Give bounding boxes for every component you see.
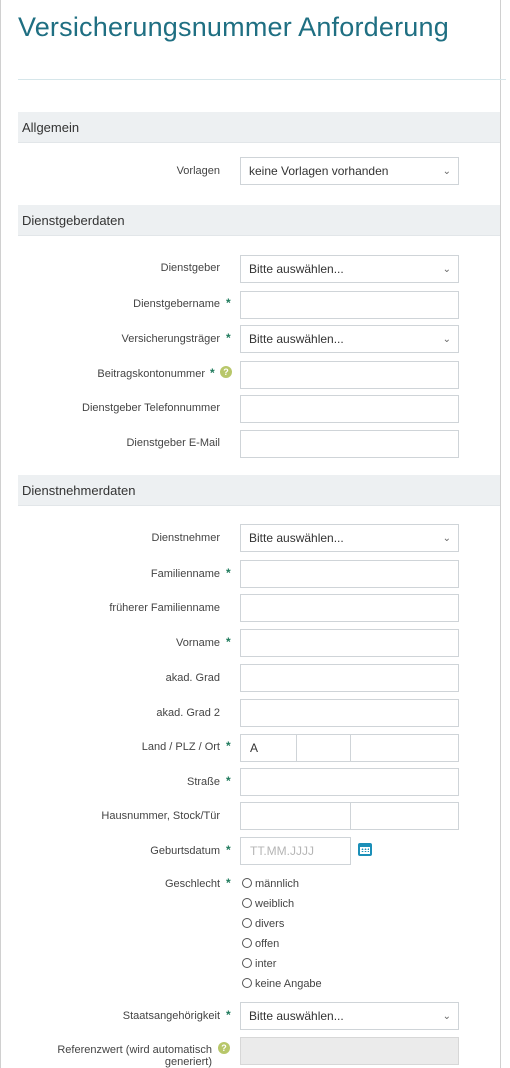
calendar-icon[interactable] (358, 843, 372, 856)
section-title: Allgemein (22, 120, 80, 135)
frueherer-familienname-label: früherer Familienname (109, 602, 220, 614)
chevron-down-icon: ⌄ (442, 334, 451, 345)
frueherer-familienname-input[interactable] (240, 594, 459, 622)
familienname-label: Familienname (150, 568, 220, 580)
hausnummer-input[interactable] (240, 802, 351, 830)
section-dienstnehmerdaten: Dienstnehmerdaten (18, 475, 500, 506)
dienstgebername-label: Dienstgebername (133, 298, 220, 310)
email-label: Dienstgeber E-Mail (126, 437, 220, 449)
dienstgeber-label: Dienstgeber (160, 262, 220, 274)
geschlecht-option-maennlich[interactable]: männlich (242, 878, 299, 890)
vorlagen-label: Vorlagen (176, 165, 220, 177)
akad-grad-2-label: akad. Grad 2 (156, 707, 220, 719)
dienstnehmer-label: Dienstnehmer (151, 532, 220, 544)
vorname-label: Vorname (175, 637, 220, 649)
dienstgebername-input[interactable] (240, 291, 459, 319)
akad-grad-2-input[interactable] (240, 699, 459, 727)
dienstnehmer-value: Bitte auswählen... (249, 531, 344, 545)
radio-icon (242, 878, 252, 888)
geschlecht-label: Geschlecht (164, 878, 220, 890)
strasse-input[interactable] (240, 768, 459, 796)
required-marker: * (226, 331, 231, 345)
land-input[interactable]: A (240, 734, 297, 762)
geburtsdatum-label: Geburtsdatum (150, 845, 220, 857)
geschlecht-option-divers[interactable]: divers (242, 918, 284, 930)
vorname-input[interactable] (240, 629, 459, 657)
dienstgeber-value: Bitte auswählen... (249, 262, 344, 276)
required-marker: * (210, 366, 215, 380)
required-marker: * (226, 1008, 231, 1022)
strasse-label: Straße (186, 776, 220, 788)
beitragskontonummer-input[interactable] (240, 361, 459, 389)
radio-icon (242, 918, 252, 928)
versicherungstraeger-select[interactable]: Bitte auswählen... ⌄ (240, 325, 459, 353)
geschlecht-option-offen[interactable]: offen (242, 938, 279, 950)
section-title: Dienstgeberdaten (22, 213, 125, 228)
geschlecht-option-keine-angabe[interactable]: keine Angabe (242, 978, 322, 990)
telefon-label: Dienstgeber Telefonnummer (82, 402, 220, 414)
ort-input[interactable] (350, 734, 459, 762)
geschlecht-option-inter[interactable]: inter (242, 958, 276, 970)
radio-icon (242, 898, 252, 908)
geschlecht-option-weiblich[interactable]: weiblich (242, 898, 294, 910)
telefon-input[interactable] (240, 395, 459, 423)
title-divider (18, 79, 506, 80)
chevron-down-icon: ⌄ (442, 533, 451, 544)
required-marker: * (226, 843, 231, 857)
email-input[interactable] (240, 430, 459, 458)
versicherungstraeger-label: Versicherungsträger (121, 333, 220, 345)
section-title: Dienstnehmerdaten (22, 483, 136, 498)
dienstnehmer-select[interactable]: Bitte auswählen... ⌄ (240, 524, 459, 552)
radio-icon (242, 958, 252, 968)
akad-grad-label: akad. Grad (165, 672, 220, 684)
radio-icon (242, 938, 252, 948)
vorlagen-select[interactable]: keine Vorlagen vorhanden ⌄ (240, 157, 459, 185)
referenzwert-label: Referenzwert (wird automatisch generiert… (57, 1044, 212, 1068)
akad-grad-input[interactable] (240, 664, 459, 692)
versicherungstraeger-value: Bitte auswählen... (249, 332, 344, 346)
hausnummer-label: Hausnummer, Stock/Tür (101, 810, 220, 822)
required-marker: * (226, 876, 231, 890)
chevron-down-icon: ⌄ (442, 264, 451, 275)
help-icon[interactable]: ? (218, 1042, 230, 1054)
chevron-down-icon: ⌄ (442, 166, 451, 177)
referenzwert-input (240, 1037, 459, 1065)
land-plz-ort-label: Land / PLZ / Ort (141, 741, 220, 753)
section-dienstgeberdaten: Dienstgeberdaten (18, 205, 500, 236)
vorlagen-value: keine Vorlagen vorhanden (249, 164, 389, 178)
dienstgeber-select[interactable]: Bitte auswählen... ⌄ (240, 255, 459, 283)
chevron-down-icon: ⌄ (442, 1011, 451, 1022)
staatsangehoerigkeit-select[interactable]: Bitte auswählen... ⌄ (240, 1002, 459, 1030)
beitragskontonummer-label: Beitragskontonummer (97, 368, 205, 380)
staatsangehoerigkeit-label: Staatsangehörigkeit (122, 1010, 220, 1022)
help-icon[interactable]: ? (220, 366, 232, 378)
required-marker: * (226, 774, 231, 788)
plz-input[interactable] (296, 734, 351, 762)
required-marker: * (226, 739, 231, 753)
familienname-input[interactable] (240, 560, 459, 588)
radio-icon (242, 978, 252, 988)
page-title: Versicherungsnummer Anforderung (18, 12, 449, 42)
geburtsdatum-input[interactable]: TT.MM.JJJJ (240, 837, 351, 865)
stock-tuer-input[interactable] (350, 802, 459, 830)
required-marker: * (226, 296, 231, 310)
required-marker: * (226, 635, 231, 649)
section-allgemein: Allgemein (18, 112, 500, 143)
staatsangehoerigkeit-value: Bitte auswählen... (249, 1009, 344, 1023)
required-marker: * (226, 566, 231, 580)
